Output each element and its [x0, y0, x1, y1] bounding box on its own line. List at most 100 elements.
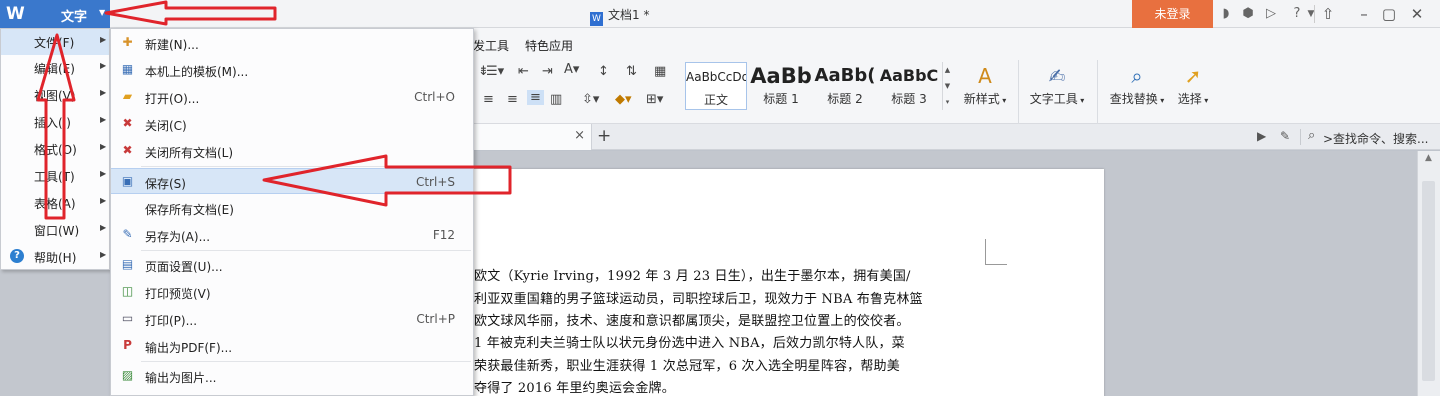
file-menu-save-as[interactable]: ✎ 另存为(A)... F12 — [111, 222, 473, 248]
justify-icon[interactable]: ≡ — [527, 90, 544, 105]
share-icon[interactable]: ▷ — [1261, 5, 1281, 23]
find-replace-icon: ⌕ — [1131, 64, 1143, 88]
skin-icon[interactable]: ◗ — [1218, 5, 1234, 23]
minimize-icon[interactable]: – — [1353, 4, 1375, 24]
vertical-scrollbar[interactable]: ▲ — [1417, 151, 1440, 396]
file-menu-close-all[interactable]: ✖ 关闭所有文档(L) — [111, 138, 473, 164]
select-button[interactable]: ➚ 选择 ▾ — [1174, 62, 1212, 107]
new-doc-icon: ✚ — [122, 35, 133, 49]
file-menu-print-preview[interactable]: ◫ 打印预览(V) — [111, 279, 473, 305]
shield-icon[interactable]: ⬢ — [1240, 5, 1256, 23]
style-heading-3[interactable]: AaBbC 标题 3 — [878, 62, 940, 110]
menu-separator — [141, 361, 471, 362]
new-style-button[interactable]: A 新样式 ▾ — [958, 62, 1012, 107]
style-heading-2[interactable]: AaBb( 标题 2 — [814, 62, 876, 110]
file-menu-page-setup[interactable]: ▤ 页面设置(U)... — [111, 252, 473, 278]
align-right-icon[interactable]: ≡ — [507, 92, 518, 107]
template-icon: ▦ — [121, 62, 134, 76]
text-tools-button[interactable]: ✍ 文字工具 ▾ — [1026, 62, 1088, 107]
app-menu-button[interactable]: W 文字 ▼ — [0, 0, 110, 28]
select-cursor-icon: ➚ — [1184, 64, 1202, 88]
borders-icon[interactable]: ⊞▾ — [646, 92, 663, 107]
feedback-icon[interactable]: ✎ — [1280, 129, 1290, 143]
menu-item-label: 另存为(A)... — [145, 230, 211, 244]
file-menu-save-all[interactable]: 保存所有文档(E) — [111, 195, 473, 221]
menu-item-window[interactable]: 窗口(W) ▶ — [1, 217, 109, 243]
menu-item-format[interactable]: 格式(O) ▶ — [1, 136, 109, 162]
close-tab-icon[interactable]: × — [574, 128, 585, 143]
submenu-arrow-icon: ▶ — [100, 223, 107, 232]
style-sample: AaBb( — [814, 65, 876, 86]
page-setup-icon: ▤ — [121, 257, 134, 271]
pdf-icon: P — [123, 338, 132, 352]
shortcut-label: Ctrl+O — [414, 90, 455, 104]
menu-item-table[interactable]: 表格(A) ▶ — [1, 190, 109, 216]
tab-developer-tools[interactable]: 发工具 — [473, 37, 509, 54]
numbering-icon[interactable]: ☰▾ — [486, 64, 504, 79]
open-folder-icon: ▰ — [122, 89, 133, 103]
show-marks-icon[interactable]: ⇅ — [626, 64, 637, 79]
menu-item-tools[interactable]: 工具(T) ▶ — [1, 163, 109, 189]
tab-special-apps[interactable]: 特色应用 — [525, 37, 573, 54]
file-menu-open[interactable]: ▰ 打开(O)... Ctrl+O — [111, 84, 473, 110]
menu-item-label: 窗口(W) — [34, 224, 80, 238]
menu-separator — [141, 166, 471, 167]
menu-item-view[interactable]: 视图(V) ▶ — [1, 82, 109, 108]
menu-item-edit[interactable]: 编辑(E) ▶ — [1, 55, 109, 81]
menu-item-label: 帮助(H) — [34, 251, 77, 265]
document-page[interactable]: 欧文（Kyrie Irving，1992 年 3 月 23 日生），出生于墨尔本… — [368, 169, 1104, 396]
paragraph-spacing-icon[interactable]: ⇳▾ — [582, 92, 599, 107]
menu-item-file[interactable]: 文件(F) ▶ — [1, 29, 109, 55]
collapse-ribbon-icon[interactable]: ⇧ — [1317, 4, 1339, 24]
scroll-up-icon[interactable]: ▲ — [1422, 153, 1435, 165]
menu-item-insert[interactable]: 插入(I) ▶ — [1, 109, 109, 135]
menu-item-label: 打开(O)... — [145, 92, 200, 106]
find-replace-button[interactable]: ⌕ 查找替换 ▾ — [1106, 62, 1168, 107]
scroll-thumb[interactable] — [1422, 181, 1435, 381]
submenu-arrow-icon: ▶ — [100, 115, 107, 124]
file-menu-close[interactable]: ✖ 关闭(C) — [111, 111, 473, 137]
menu-item-label: 打印预览(V) — [145, 287, 211, 301]
login-button[interactable]: 未登录 — [1132, 0, 1213, 28]
close-window-icon[interactable]: ✕ — [1406, 4, 1428, 24]
menu-item-help[interactable]: ? 帮助(H) ▶ — [1, 244, 109, 270]
sort-icon[interactable]: ↕ — [598, 64, 609, 79]
file-menu-export-image[interactable]: ▨ 输出为图片... — [111, 363, 473, 389]
increase-indent-icon[interactable]: ⇥ — [542, 64, 553, 79]
style-sample: AaBbC — [879, 66, 939, 85]
style-normal[interactable]: AaBbCcDd 正文 — [685, 62, 747, 110]
menu-separator — [141, 250, 471, 251]
file-menu-new[interactable]: ✚ 新建(N)... — [111, 30, 473, 56]
wps-logo-icon: W — [6, 4, 25, 24]
document-tab[interactable]: × — [472, 124, 592, 150]
menu-item-label: 工具(T) — [34, 170, 75, 184]
file-menu-print[interactable]: ▭ 打印(P)... Ctrl+P — [111, 306, 473, 332]
close-doc-icon: ✖ — [122, 116, 133, 130]
new-tab-icon[interactable]: + — [597, 126, 611, 146]
shortcut-label: F12 — [432, 228, 455, 242]
align-center-icon[interactable]: ≡ — [483, 92, 494, 107]
menu-item-label: 表格(A) — [34, 197, 76, 211]
close-all-icon: ✖ — [122, 143, 133, 157]
text-tools-label: 文字工具 — [1029, 92, 1078, 106]
menu-item-label: 格式(O) — [34, 143, 77, 157]
file-menu-templates[interactable]: ▦ 本机上的模板(M)... — [111, 57, 473, 83]
menu-item-label: 编辑(E) — [34, 62, 75, 76]
print-icon: ▭ — [121, 311, 134, 325]
table-grid-icon[interactable]: ▦ — [654, 64, 666, 79]
text-effects-icon[interactable]: A▾ — [564, 62, 579, 77]
shading-icon[interactable]: ◆▾ — [615, 92, 632, 107]
doc-paragraph-line: 荣获最佳新秀，职业生涯获得 1 次总冠军，6 次入选全明星阵容，帮助美 — [474, 359, 900, 374]
maximize-icon[interactable]: ▢ — [1378, 4, 1400, 24]
distribute-icon[interactable]: ▥ — [550, 92, 562, 107]
style-gallery-scroll[interactable]: ▲ ▼ ▾ — [942, 62, 952, 110]
command-search-input[interactable]: >查找命令、搜索... — [1323, 130, 1429, 147]
style-heading-1[interactable]: AaBb 标题 1 — [750, 62, 812, 110]
decrease-indent-icon[interactable]: ⇤ — [518, 64, 529, 79]
caret-down-icon: ▼ — [99, 8, 106, 17]
file-menu-save[interactable]: ▣ 保存(S) Ctrl+S — [111, 168, 473, 194]
presentation-icon[interactable]: ▶ — [1257, 129, 1266, 143]
help-icon[interactable]: ? — [1287, 5, 1307, 23]
file-menu-export-pdf[interactable]: P 输出为PDF(F)... — [111, 333, 473, 359]
menu-item-label: 新建(N)... — [145, 38, 199, 52]
